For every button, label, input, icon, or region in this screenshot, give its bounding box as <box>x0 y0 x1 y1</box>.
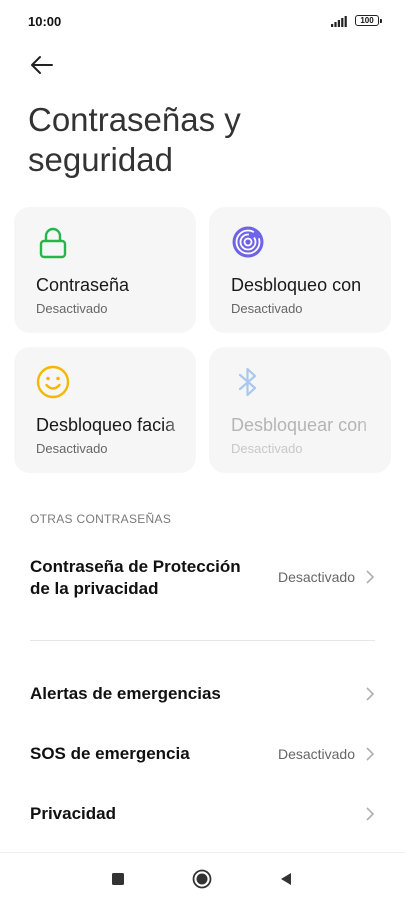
divider <box>30 640 375 641</box>
row-emergency-sos-value: Desactivado <box>277 746 355 762</box>
tile-face-unlock[interactable]: Desbloqueo facia Desactivado <box>14 347 196 473</box>
page-title: Contraseñas y seguridad <box>28 101 241 178</box>
chevron-right-icon <box>366 807 375 821</box>
navigation-bar <box>0 852 405 903</box>
recents-square-icon[interactable] <box>108 869 128 889</box>
row-emergency-alerts-title: Alertas de emergencias <box>30 684 221 703</box>
tile-bluetooth-unlock[interactable]: Desbloquear con Desactivado <box>209 347 391 473</box>
row-privacy-protection-title-line2: de la privacidad <box>30 579 159 598</box>
tile-password-label: Contraseña <box>36 275 188 296</box>
fingerprint-icon <box>232 226 264 258</box>
section-header-other-passwords: OTRAS CONTRASEÑAS <box>30 512 172 526</box>
back-triangle-icon[interactable] <box>276 869 296 889</box>
back-button[interactable] <box>28 52 58 78</box>
chevron-right-icon <box>366 570 375 584</box>
tile-fingerprint[interactable]: Desbloqueo con Desactivado <box>209 207 391 333</box>
battery-icon: 100 <box>355 15 382 26</box>
status-time: 10:00 <box>28 14 62 29</box>
tile-fingerprint-label: Desbloqueo con <box>231 275 383 296</box>
status-bar: 10:00 100 <box>0 0 405 44</box>
tile-face-unlock-label: Desbloqueo facia <box>36 415 188 436</box>
tile-password[interactable]: Contraseña Desactivado <box>14 207 196 333</box>
row-privacy-protection-title: Contraseña de Protección de la privacida… <box>30 556 241 600</box>
row-privacy-protection-value: Desactivado <box>277 569 355 585</box>
tile-face-unlock-status: Desactivado <box>36 441 108 456</box>
row-privacy-protection-title-line1: Contraseña de Protección <box>30 557 241 576</box>
row-emergency-sos-title: SOS de emergencia <box>30 744 190 763</box>
tile-password-status: Desactivado <box>36 301 108 316</box>
tile-bluetooth-unlock-label: Desbloquear con <box>231 415 383 436</box>
row-privacy-title: Privacidad <box>30 804 116 823</box>
row-emergency-sos[interactable]: SOS de emergencia Desactivado <box>0 734 405 774</box>
home-circle-icon[interactable] <box>192 869 212 889</box>
chevron-right-icon <box>366 747 375 761</box>
row-emergency-alerts[interactable]: Alertas de emergencias <box>0 674 405 714</box>
row-privacy-protection-password[interactable]: Contraseña de Protección de la privacida… <box>0 552 405 608</box>
chevron-right-icon <box>366 687 375 701</box>
face-icon <box>36 365 70 399</box>
lock-icon <box>39 227 67 259</box>
row-privacy[interactable]: Privacidad <box>0 794 405 834</box>
arrow-left-icon <box>31 56 53 74</box>
signal-icon <box>331 16 347 27</box>
bluetooth-icon <box>238 367 257 397</box>
tile-fingerprint-status: Desactivado <box>231 301 303 316</box>
tile-bluetooth-unlock-status: Desactivado <box>231 441 303 456</box>
